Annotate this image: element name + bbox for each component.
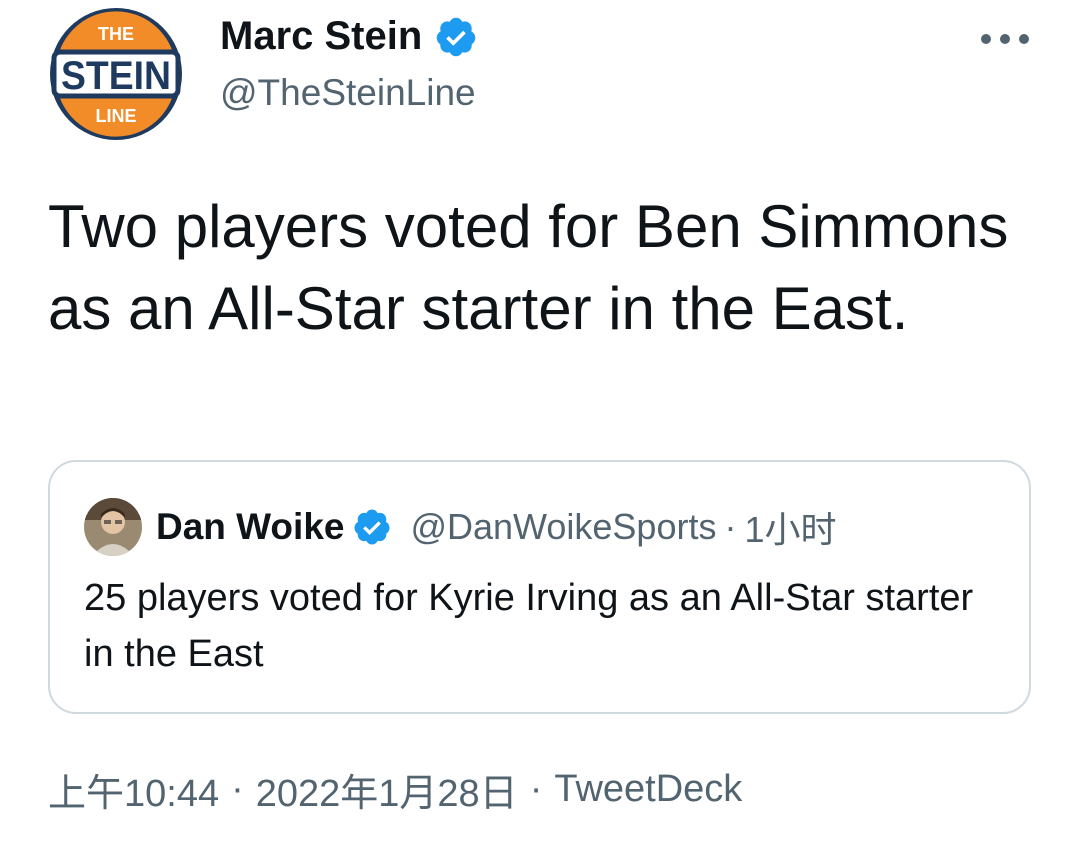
- separator-dot: ·: [231, 768, 244, 810]
- separator-dot: ·: [724, 506, 737, 547]
- tweet: STEIN THE LINE Marc Stein @TheSteinLine …: [0, 0, 1079, 846]
- verified-badge-icon: [437, 17, 476, 56]
- quoted-tweet-header: Dan Woike @DanWoikeSports · 1小时: [84, 498, 837, 556]
- person-avatar-icon: [84, 498, 142, 556]
- svg-text:THE: THE: [98, 24, 134, 44]
- quoted-tweet-time[interactable]: 1小时: [744, 501, 836, 553]
- tweet-meta: 上午10:44 · 2022年1月28日 · TweetDeck: [48, 762, 742, 817]
- quoted-tweet-card[interactable]: Dan Woike @DanWoikeSports · 1小时 25 playe…: [48, 460, 1031, 714]
- author-avatar[interactable]: STEIN THE LINE: [48, 6, 184, 142]
- stein-line-logo: STEIN THE LINE: [50, 8, 182, 140]
- author-name[interactable]: Marc Stein: [220, 14, 422, 59]
- more-horizontal-icon[interactable]: [981, 24, 1029, 54]
- tweet-source[interactable]: TweetDeck: [554, 768, 742, 811]
- tweet-text: Two players voted for Ben Simmons as an …: [48, 193, 1009, 342]
- separator-dot: ·: [529, 768, 543, 810]
- more-dot: [1000, 34, 1010, 44]
- author-name-row: Marc Stein: [220, 14, 478, 59]
- quoted-author-name[interactable]: Dan Woike: [156, 506, 344, 548]
- quoted-tweet-text: 25 players voted for Kyrie Irving as an …: [84, 577, 974, 675]
- more-dot: [1019, 34, 1029, 44]
- tweet-date[interactable]: 2022年1月28日: [256, 762, 518, 817]
- author-handle[interactable]: @TheSteinLine: [220, 72, 476, 114]
- quoted-author-avatar: [84, 498, 142, 556]
- quoted-author-handle: @DanWoikeSports: [410, 506, 717, 547]
- verified-badge-icon: [354, 509, 390, 545]
- tweet-time[interactable]: 上午10:44: [48, 762, 219, 817]
- more-dot: [981, 34, 991, 44]
- svg-text:LINE: LINE: [95, 106, 136, 126]
- svg-text:STEIN: STEIN: [61, 54, 171, 98]
